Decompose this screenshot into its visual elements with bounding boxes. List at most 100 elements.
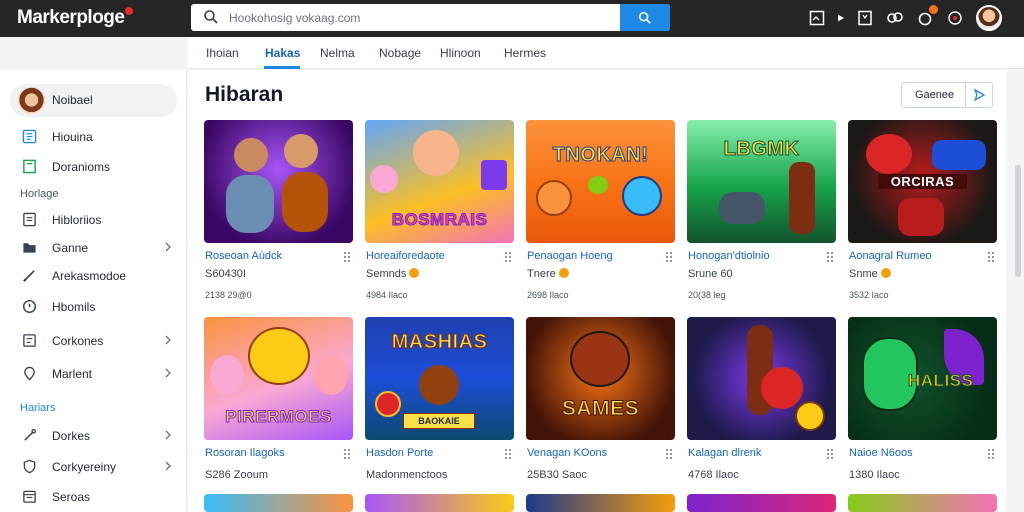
- sidebar-item-6[interactable]: Corkones: [0, 330, 187, 352]
- scrollbar[interactable]: [1012, 70, 1024, 512]
- tab-3[interactable]: Nobage: [379, 46, 421, 60]
- user-avatar[interactable]: [976, 5, 1002, 31]
- page-title: Hibaran: [205, 83, 284, 106]
- game-thumbnail[interactable]: LBGMK: [687, 120, 836, 243]
- sidebar-group-label: Hariars: [20, 402, 56, 414]
- sidebar-item-10[interactable]: Seroas: [0, 486, 187, 508]
- sidebar-item-label: Ganne: [52, 241, 89, 255]
- more-options-icon[interactable]: [987, 251, 995, 263]
- chat-icon[interactable]: [886, 9, 904, 27]
- tab-4[interactable]: Hlinoon: [440, 46, 481, 60]
- game-thumbnail[interactable]: [204, 494, 353, 512]
- game-meta: S286 Zooum: [205, 469, 268, 481]
- sidebar-item-3[interactable]: Ganne: [0, 237, 187, 259]
- thumbnail-art-text: PIRERMOES: [225, 407, 332, 427]
- game-thumbnail[interactable]: [526, 494, 675, 512]
- logo[interactable]: Markerploge: [17, 7, 134, 29]
- more-options-icon[interactable]: [665, 251, 673, 263]
- more-options-icon[interactable]: [987, 448, 995, 460]
- list-icon: [23, 212, 36, 227]
- tab-0[interactable]: Ihoian: [206, 46, 239, 60]
- game-title[interactable]: Hasdon Porte: [366, 447, 433, 459]
- game-title[interactable]: Venagan KOons: [527, 447, 607, 459]
- game-title[interactable]: Roseoan Aùdck: [205, 250, 282, 262]
- flag-icon[interactable]: [946, 9, 964, 27]
- more-options-icon[interactable]: [504, 251, 512, 263]
- notification-badge: [929, 5, 938, 14]
- game-stats: 2698 Ilaco: [527, 290, 569, 300]
- sidebar-avatar: [18, 87, 45, 114]
- more-options-icon[interactable]: [826, 251, 834, 263]
- game-thumbnail[interactable]: [687, 317, 836, 440]
- bookmark-icon[interactable]: [856, 9, 874, 27]
- more-options-icon[interactable]: [504, 448, 512, 460]
- sidebar-profile-label: Noibael: [52, 93, 93, 107]
- category-tabs: Ihoian Hakas Nelma Nobage Hlinoon Hermes: [188, 37, 1024, 69]
- game-meta: Tnere: [527, 268, 569, 280]
- chevron-right-icon: [165, 430, 171, 440]
- thumbnail-art-text: SAMES: [561, 397, 640, 421]
- coin-icon: [880, 268, 891, 278]
- id-card-icon: [22, 129, 37, 144]
- game-title[interactable]: Horeaiforedaote: [366, 250, 445, 262]
- game-meta: Srune 60: [688, 268, 733, 280]
- sidebar-item-0[interactable]: Hiouina: [0, 126, 187, 148]
- game-stats: 4984 Ilaco: [366, 290, 408, 300]
- sidebar-item-5[interactable]: Hbomils: [0, 296, 187, 318]
- game-stats: 3532 Iaco: [849, 290, 889, 300]
- game-thumbnail[interactable]: BOSMRAIS: [365, 120, 514, 243]
- game-thumbnail[interactable]: MASHIAS BAOKAIE: [365, 317, 514, 440]
- main-content: Hibaran Gaenee Roseoan Aùdck S60430I 213…: [188, 70, 1006, 512]
- play-icon[interactable]: [838, 14, 844, 22]
- scrollbar-thumb[interactable]: [1015, 165, 1021, 277]
- game-thumbnail[interactable]: PIRERMOES: [204, 317, 353, 440]
- notification-icon[interactable]: [916, 5, 938, 27]
- sidebar-profile[interactable]: Noibael: [10, 84, 177, 117]
- more-options-icon[interactable]: [343, 251, 351, 263]
- more-options-icon[interactable]: [826, 448, 834, 460]
- sidebar-item-9[interactable]: Corkyereiny: [0, 456, 187, 478]
- tab-1[interactable]: Hakas: [265, 46, 300, 60]
- game-thumbnail[interactable]: [365, 494, 514, 512]
- sidebar-item-label: Hibloriios: [52, 213, 102, 227]
- sidebar-item-7[interactable]: Marlent: [0, 363, 187, 385]
- game-title[interactable]: Kalagan dlrenk: [688, 447, 761, 459]
- thumbnail-art-text: ORCIRAS: [878, 174, 967, 189]
- chevron-right-icon: [165, 335, 171, 345]
- sidebar-item-label: Hbomils: [52, 300, 96, 314]
- thumbnail-art-text: HALISS: [908, 371, 974, 391]
- game-thumbnail[interactable]: [848, 494, 997, 512]
- game-thumbnail[interactable]: ORCIRAS: [848, 120, 997, 243]
- sidebar-item-8[interactable]: Dorkes: [0, 425, 187, 447]
- game-thumbnail[interactable]: [687, 494, 836, 512]
- game-meta: Snme: [849, 268, 891, 280]
- genre-filter[interactable]: Gaenee: [901, 82, 993, 108]
- pen-icon: [24, 428, 37, 441]
- game-title[interactable]: Rosoran Ilagoks: [205, 447, 285, 459]
- game-title[interactable]: Naioe N6oos: [849, 447, 913, 459]
- coin-icon: [558, 268, 569, 278]
- game-thumbnail[interactable]: TNOKAN!: [526, 120, 675, 243]
- game-title[interactable]: Penaogan Hoeng: [527, 250, 613, 262]
- game-meta: Madonmenctoos: [366, 469, 448, 481]
- image-icon[interactable]: [808, 9, 826, 27]
- game-thumbnail[interactable]: [204, 120, 353, 243]
- game-thumbnail[interactable]: HALISS: [848, 317, 997, 440]
- folder-icon: [23, 243, 36, 253]
- thumbnail-art-text: MASHIAS: [391, 331, 488, 354]
- active-tab-indicator: [264, 66, 300, 69]
- game-meta: Semnds: [366, 268, 420, 280]
- more-options-icon[interactable]: [665, 448, 673, 460]
- search-button[interactable]: [620, 4, 670, 31]
- sidebar-item-1[interactable]: Doranioms: [0, 156, 187, 178]
- sidebar-item-4[interactable]: Arekasmodoe: [0, 265, 187, 287]
- game-title[interactable]: Aonagral Rumeo: [849, 250, 932, 262]
- game-title[interactable]: Honogan'dtiolnio: [688, 250, 770, 262]
- tab-5[interactable]: Hermes: [504, 46, 546, 60]
- search-input[interactable]: [229, 8, 609, 27]
- more-options-icon[interactable]: [343, 448, 351, 460]
- tab-2[interactable]: Nelma: [320, 46, 355, 60]
- sidebar-item-2[interactable]: Hibloriios: [0, 209, 187, 231]
- game-stats: 2138 29@0: [205, 290, 252, 300]
- game-thumbnail[interactable]: SAMES: [526, 317, 675, 440]
